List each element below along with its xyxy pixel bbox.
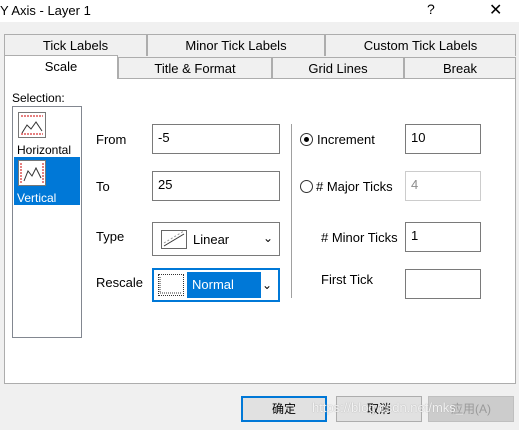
rescale-select[interactable]: Normal ⌄ bbox=[152, 268, 280, 302]
title-bar: Y Axis - Layer 1 ? ✕ bbox=[0, 0, 519, 22]
type-select[interactable]: Linear ⌄ bbox=[152, 222, 280, 256]
selection-item-label: Vertical bbox=[17, 191, 57, 205]
close-button[interactable]: ✕ bbox=[489, 0, 502, 20]
selection-label: Selection: bbox=[12, 91, 65, 105]
tab-minor-tick-labels[interactable]: Minor Tick Labels bbox=[147, 34, 325, 56]
tab-grid-lines[interactable]: Grid Lines bbox=[272, 57, 404, 79]
major-ticks-radio[interactable] bbox=[300, 180, 313, 193]
watermark: https://blog.csdn.net/mks_ bbox=[312, 400, 464, 415]
horizontal-axis-icon bbox=[18, 112, 46, 138]
minor-ticks-input[interactable]: 1 bbox=[405, 222, 481, 252]
separator bbox=[291, 124, 293, 298]
linear-scale-icon bbox=[161, 230, 187, 249]
tab-title-format[interactable]: Title & Format bbox=[118, 57, 272, 79]
rescale-value: Normal bbox=[192, 277, 234, 292]
type-label: Type bbox=[96, 229, 125, 244]
selection-item-horizontal[interactable]: Horizontal bbox=[14, 109, 80, 157]
increment-input[interactable]: 10 bbox=[405, 124, 481, 154]
help-button[interactable]: ? bbox=[427, 1, 435, 17]
rescale-label: Rescale bbox=[96, 275, 143, 290]
from-input[interactable]: -5 bbox=[152, 124, 280, 154]
to-label: To bbox=[96, 179, 110, 194]
tab-custom-tick-labels[interactable]: Custom Tick Labels bbox=[325, 34, 516, 56]
selection-item-vertical[interactable]: Vertical bbox=[14, 157, 80, 205]
increment-label: Increment bbox=[317, 132, 375, 147]
selection-list[interactable]: Horizontal Vertical bbox=[12, 106, 82, 338]
rescale-normal-icon bbox=[158, 274, 184, 296]
selection-item-label: Horizontal bbox=[17, 143, 72, 157]
tab-scale[interactable]: Scale bbox=[4, 55, 118, 79]
first-tick-label: First Tick bbox=[321, 272, 373, 287]
major-ticks-input[interactable]: 4 bbox=[405, 171, 481, 201]
increment-radio[interactable] bbox=[300, 133, 313, 146]
window-title: Y Axis - Layer 1 bbox=[0, 3, 91, 18]
to-input[interactable]: 25 bbox=[152, 171, 280, 201]
chevron-down-icon: ⌄ bbox=[262, 231, 273, 245]
type-value: Linear bbox=[193, 232, 230, 247]
minor-ticks-label: # Minor Ticks bbox=[321, 230, 398, 245]
chevron-down-icon: ⌄ bbox=[261, 278, 272, 292]
vertical-axis-icon bbox=[18, 160, 46, 186]
from-label: From bbox=[96, 132, 127, 147]
tab-break[interactable]: Break bbox=[404, 57, 516, 79]
first-tick-input[interactable] bbox=[405, 269, 481, 299]
tab-tick-labels[interactable]: Tick Labels bbox=[4, 34, 147, 56]
major-ticks-label: # Major Ticks bbox=[316, 179, 393, 194]
